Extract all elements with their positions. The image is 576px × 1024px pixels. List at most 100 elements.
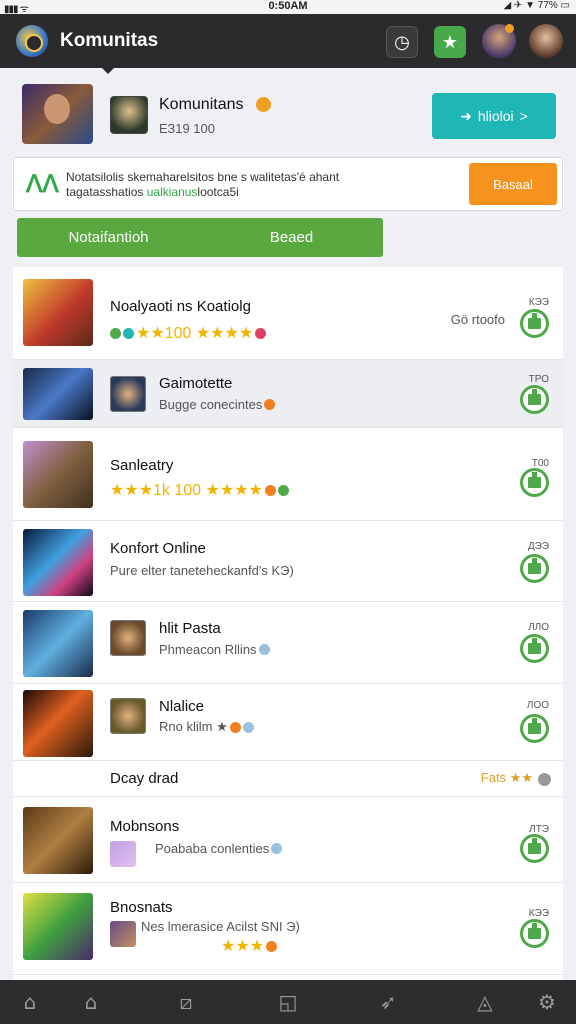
item-subtitle: Bugge conecintes: [159, 397, 263, 412]
download-icon: [528, 389, 541, 405]
item-meta: Rno klilm ★: [159, 719, 254, 735]
game-thumbnail: [23, 690, 93, 757]
star-icon[interactable]: ★: [434, 26, 466, 58]
status-dot-icon: [110, 327, 121, 339]
game-thumbnail: [23, 279, 93, 346]
item-title: Mobnsons: [110, 818, 180, 835]
profile-name: Komunitans: [159, 96, 244, 113]
list-item[interactable]: Bnosnats Nes lmerasice Acilst SNI Э) ★★★…: [13, 883, 563, 975]
game-list: Noalyaoti ns Koatiolg ★★100 ★★★★ Gö rtoo…: [13, 267, 563, 980]
settings-icon[interactable]: ⚙: [527, 980, 567, 1024]
badge-icon: [229, 721, 241, 733]
home-icon[interactable]: ⌂: [10, 980, 50, 1024]
badge-icon: [271, 843, 283, 854]
banner-line-2a: tagatasshatios: [66, 185, 147, 199]
item-mini-avatar: [110, 620, 146, 656]
item-subtitle: Phmeacon Rllins: [159, 642, 257, 657]
item-mini-avatar: [110, 376, 146, 412]
item-title: Konfort Online: [110, 540, 206, 557]
badge-icon: [266, 940, 278, 952]
banner-button[interactable]: Basaal: [469, 163, 557, 205]
badge-icon: [277, 484, 289, 496]
list-item[interactable]: Konfort Online Pure elter taneteheckanfd…: [13, 521, 563, 602]
item-title: hlit Pasta: [159, 620, 221, 637]
notes-icon[interactable]: ◱: [268, 980, 308, 1024]
game-thumbnail: [23, 368, 93, 420]
list-item[interactable]: Sanleatry ★★★1k 100 ★★★★ Т00: [13, 428, 563, 521]
triangle-icon[interactable]: ◬: [465, 980, 505, 1024]
item-size: ЛЛО: [528, 622, 549, 633]
list-item[interactable]: Nlalice Rno klilm ★ ЛОО: [13, 684, 563, 761]
download-button[interactable]: [520, 554, 549, 583]
game-thumbnail: [23, 893, 93, 960]
list-item[interactable]: Gaimotette Bugge conecintes ТРО: [13, 360, 563, 428]
item-meta: ★★★1k 100 ★★★★: [110, 480, 289, 500]
badge-icon: [264, 484, 276, 496]
status-bar: ▮▮▮ ᯤ 0:50AM ◢ ✈ ▼ 77% ▭: [0, 0, 576, 15]
app-logo-icon[interactable]: [16, 25, 48, 57]
app-header: Komunitas ◷ ★: [0, 14, 576, 68]
status-dot-icon: [123, 327, 134, 339]
rocket-icon[interactable]: ➶: [368, 980, 408, 1024]
user-avatar[interactable]: [529, 24, 563, 58]
follow-label: hlioloi: [477, 108, 514, 124]
download-icon: [528, 313, 541, 329]
house-outline-icon[interactable]: ⌂: [71, 980, 111, 1024]
profile-avatar[interactable]: [22, 84, 93, 144]
rating-text: ★★100 ★★★★: [136, 325, 254, 342]
download-button[interactable]: [520, 634, 549, 663]
item-meta: Bugge conecintes: [159, 397, 276, 412]
game-thumbnail: [23, 807, 93, 874]
status-time: 0:50AM: [268, 0, 308, 12]
list-item[interactable]: Mobnsons Poababa conlenties ЛТЭ: [13, 797, 563, 883]
badge-icon: [242, 721, 254, 733]
download-icon: [528, 838, 541, 854]
item-size: КЭЭ: [528, 908, 549, 919]
follow-button[interactable]: ➜ hlioloi >: [432, 93, 556, 139]
follow-icon: ➜: [460, 107, 472, 124]
section-header: Dcay drad Fats ★★: [13, 761, 563, 797]
bottom-nav: ⌂ ⌂ ⧄ ◱ ➶ ◬ ⚙: [0, 980, 576, 1024]
download-button[interactable]: [520, 468, 549, 497]
item-mini-avatar: [110, 698, 146, 734]
game-thumbnail: [23, 529, 93, 596]
download-button[interactable]: [520, 919, 549, 948]
banner-line-1: Notatsilolis skemaharelsitos bne s walit…: [66, 170, 340, 184]
item-title: Noalyaoti ns Koatiolg: [110, 298, 251, 315]
section-title: Dcay drad: [110, 770, 179, 787]
list-item[interactable]: hlit Pasta Phmeacon Rllins ЛЛО: [13, 602, 563, 684]
clock-icon[interactable]: ◷: [386, 26, 418, 58]
banner-highlight: ualkianus: [146, 185, 198, 199]
tab-notifications[interactable]: Notaifantioh: [17, 218, 200, 257]
status-right: ◢ ✈ ▼ 77% ▭: [503, 0, 570, 11]
section-side: Fats ★★: [480, 770, 533, 785]
section-dot-icon: [538, 773, 551, 786]
badge-icon: [255, 327, 267, 339]
item-subtitle: Rno klilm ★: [159, 719, 228, 734]
download-button[interactable]: [520, 834, 549, 863]
item-side-text: Gö rtoofo: [450, 312, 505, 327]
banner-text: Notatsilolis skemaharelsitos bne s walit…: [66, 170, 426, 200]
edit-icon[interactable]: ⧄: [166, 980, 206, 1024]
download-button[interactable]: [520, 385, 549, 414]
profile-count: ЕЗ19 100: [159, 121, 215, 136]
item-meta: ★★★: [221, 936, 278, 956]
item-title: Sanleatry: [110, 457, 174, 474]
download-button[interactable]: [520, 309, 549, 338]
profile-mini-avatar: [110, 96, 148, 134]
item-mini-icon: [110, 921, 136, 947]
tab-board[interactable]: Beaed: [200, 218, 383, 257]
item-size: ЛОО: [526, 700, 549, 711]
item-size: ДЭЭ: [527, 541, 549, 552]
item-title: Gaimotette: [159, 375, 233, 392]
download-button[interactable]: [520, 714, 549, 743]
badge-icon: [264, 399, 276, 410]
tab-bar: Notaifantioh Beaed: [17, 218, 383, 257]
list-item[interactable]: Noalyaoti ns Koatiolg ★★100 ★★★★ Gö rtoo…: [13, 267, 563, 360]
game-thumbnail: [23, 610, 93, 677]
item-mini-icon: [110, 841, 136, 867]
item-subtitle: Nes lmerasice Acilst SNI Э): [141, 919, 300, 934]
download-icon: [528, 638, 541, 654]
banner-line-2c: lootca5i: [197, 185, 239, 199]
download-icon: [528, 472, 541, 488]
